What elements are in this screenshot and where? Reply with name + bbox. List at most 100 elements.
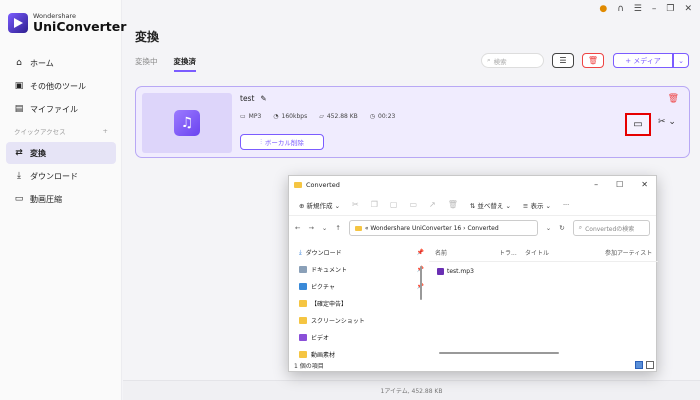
close-icon[interactable]: ✕: [641, 180, 648, 189]
home-icon: ⌂: [16, 58, 22, 68]
chevron-down-icon: ⌄: [678, 56, 684, 65]
toolbox-icon: ▣: [14, 81, 24, 91]
more-button[interactable]: ···: [563, 201, 569, 209]
sidebar-item-label: ホーム: [30, 58, 54, 68]
sidebar-item-label: 動画圧縮: [30, 194, 62, 204]
explorer-toolbar: ⊕ 新規作成 ⌄ ✂ ❐ ▢ ▭ ↗ 🗑 ⇅ 並べ替え ⌄ ≡ 表示 ⌄ ···: [289, 194, 656, 216]
sidebar-item-other-tools[interactable]: ▣ その他のツール: [6, 75, 116, 97]
view-button[interactable]: ≡ 表示 ⌄: [523, 200, 551, 210]
address-dropdown-icon[interactable]: ⌄: [546, 224, 551, 232]
menu-icon[interactable]: ☰: [634, 4, 642, 14]
vocal-remove-button[interactable]: ⫶ ボーカル削除: [240, 134, 324, 150]
column-track[interactable]: トラ...: [499, 248, 525, 257]
page-title: 変換: [135, 30, 160, 44]
pictures-icon: [299, 283, 307, 290]
address-path: « Wondershare UniConverter 16 › Converte…: [364, 224, 499, 232]
file-explorer-window: Converted – ☐ ✕ ⊕ 新規作成 ⌄ ✂ ❐ ▢ ▭ ↗ 🗑 ⇅ 並…: [288, 175, 658, 372]
paste-icon[interactable]: ▢: [390, 200, 398, 209]
quick-access-add-button[interactable]: +: [103, 127, 108, 135]
search-placeholder: 検索: [493, 57, 507, 66]
minimize-icon[interactable]: –: [652, 4, 657, 14]
details-view-icon[interactable]: [635, 361, 643, 369]
clock-icon: ◷: [369, 113, 376, 120]
share-icon[interactable]: ↗: [429, 200, 436, 209]
edit-name-icon[interactable]: ✎: [260, 94, 266, 103]
document-icon: [299, 266, 307, 273]
sidebar-item-convert[interactable]: ⇄ 変換: [6, 142, 116, 164]
nav-scrollbar[interactable]: [420, 266, 422, 300]
download-icon: ⤓: [17, 171, 21, 181]
view-label: 表示: [530, 201, 544, 210]
delete-icon[interactable]: 🗑: [448, 200, 458, 209]
file-bitrate: 160kbps: [281, 113, 308, 120]
history-icon[interactable]: ⌄: [322, 224, 327, 232]
tiles-view-icon[interactable]: [646, 361, 654, 369]
cut-menu-button[interactable]: ✂ ⌄: [658, 117, 676, 127]
file-card[interactable]: ♫ test ✎ ▭ MP3 ◔ 160kbps ▱ 452.88 KB ◷ 00:23…: [135, 86, 690, 158]
search-icon: ⌕: [578, 224, 583, 231]
brand-name: UniConverter: [33, 19, 127, 34]
tab-converting[interactable]: 変換中: [135, 56, 158, 72]
tab-converted[interactable]: 変換済: [173, 56, 196, 72]
video-icon: ▭: [240, 113, 246, 120]
add-media-button[interactable]: + メディア: [613, 53, 673, 68]
address-bar[interactable]: « Wondershare UniConverter 16 › Converte…: [348, 220, 538, 236]
forward-icon[interactable]: →: [308, 224, 313, 232]
sidebar-item-my-files[interactable]: ▤ マイファイル: [6, 98, 116, 120]
sidebar-item-compress[interactable]: ▭ 動画圧縮: [6, 188, 116, 210]
maximize-icon[interactable]: ☐: [616, 180, 623, 189]
column-title[interactable]: タイトル: [525, 248, 605, 257]
file-row[interactable]: test.mp3: [437, 264, 658, 278]
sidebar-item-home[interactable]: ⌂ ホーム: [6, 52, 116, 74]
quick-access-header: クイックアクセス +: [6, 122, 116, 140]
back-icon[interactable]: ←: [295, 224, 300, 232]
rename-icon[interactable]: ▭: [409, 200, 417, 209]
nav-item-tax[interactable]: 【確定申告】: [299, 295, 424, 312]
sidebar-item-label: マイファイル: [30, 104, 78, 114]
explorer-search-input[interactable]: ⌕ Convertedの検索: [572, 220, 650, 236]
nav-item-downloads[interactable]: ⤓ ダウンロード 📌: [299, 244, 424, 261]
nav-label: スクリーンショット: [311, 318, 365, 325]
horizontal-scrollbar[interactable]: [439, 352, 559, 354]
nav-item-pictures[interactable]: ピクチャ📌: [299, 278, 424, 295]
open-folder-button[interactable]: ▭: [625, 113, 651, 136]
app-logo: Wondershare UniConverter: [8, 12, 126, 33]
minimize-icon[interactable]: –: [594, 180, 598, 189]
up-icon[interactable]: ↑: [335, 224, 340, 232]
list-icon: ☰: [559, 56, 567, 65]
copy-icon[interactable]: ❐: [371, 200, 378, 209]
new-button[interactable]: ⊕ 新規作成 ⌄: [299, 200, 340, 210]
folder-icon: [299, 317, 307, 324]
explorer-titlebar: Converted – ☐ ✕: [289, 176, 656, 194]
close-icon[interactable]: ✕: [684, 4, 692, 14]
add-media-dropdown[interactable]: ⌄: [673, 53, 689, 68]
explorer-address-row: ← → ⌄ ↑ « Wondershare UniConverter 16 › …: [289, 216, 656, 240]
restore-icon[interactable]: ❐: [666, 4, 674, 14]
list-view-button[interactable]: ☰: [552, 53, 574, 68]
sidebar-item-download[interactable]: ⤓ ダウンロード: [6, 165, 116, 187]
headset-icon[interactable]: ∩: [617, 4, 624, 14]
mp3-file-icon: [437, 267, 444, 275]
window-controls: ● ∩ ☰ – ❐ ✕: [599, 4, 692, 14]
nav-item-videos[interactable]: ビデオ: [299, 329, 424, 346]
compress-icon: ▭: [14, 194, 24, 204]
convert-icon: ⇄: [15, 148, 23, 158]
column-name[interactable]: 名前: [429, 248, 499, 257]
sort-button[interactable]: ⇅ 並べ替え ⌄: [470, 200, 511, 210]
explorer-file-list: 名前 トラ... タイトル 参加アーティスト test.mp3: [429, 244, 658, 362]
cut-icon[interactable]: ✂: [352, 200, 359, 209]
refresh-icon[interactable]: ↻: [559, 224, 564, 232]
sidebar-item-label: ダウンロード: [30, 171, 78, 181]
search-icon: ⌕: [487, 56, 491, 64]
file-size: 452.88 KB: [326, 113, 358, 120]
avatar-icon[interactable]: ●: [599, 4, 607, 14]
nav-item-screenshots[interactable]: スクリーンショット: [299, 312, 424, 329]
nav-item-documents[interactable]: ドキュメント📌: [299, 261, 424, 278]
search-input[interactable]: ⌕ 検索: [481, 53, 544, 68]
column-artist[interactable]: 参加アーティスト: [605, 248, 652, 257]
delete-all-button[interactable]: 🗑: [582, 53, 604, 68]
delete-file-icon[interactable]: 🗑: [668, 94, 679, 104]
explorer-body: ⤓ダウンロード📌 ドキュメント📌 ピクチャ📌 【確定申告】 スクリーンショット …: [289, 244, 658, 362]
sidebar-nav: ⌂ ホーム ▣ その他のツール ▤ マイファイル クイックアクセス + ⇄ 変換…: [6, 52, 116, 211]
music-note-icon: ♫: [174, 110, 200, 136]
